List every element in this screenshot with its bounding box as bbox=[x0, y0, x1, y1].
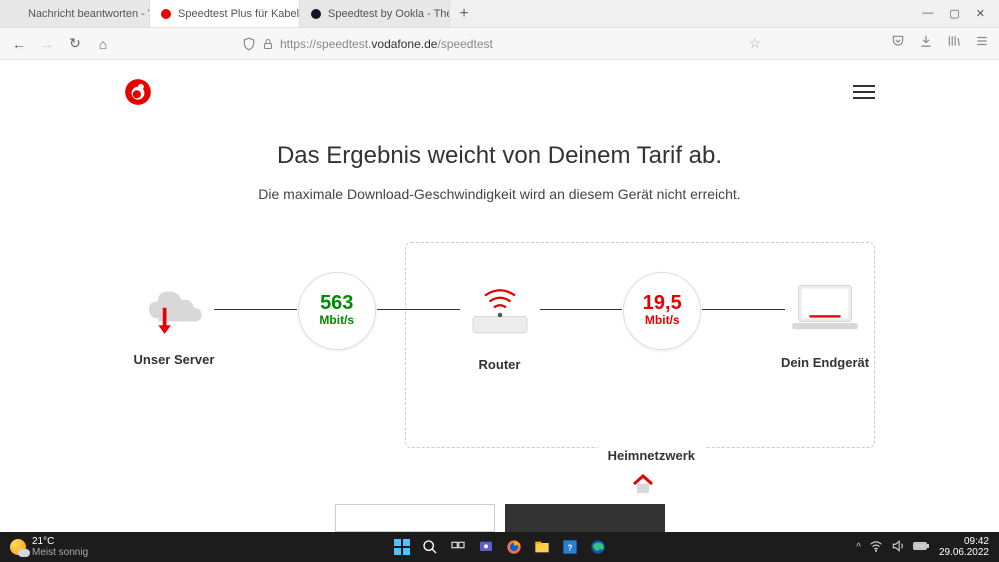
tab-favicon-ookla bbox=[310, 8, 322, 20]
device-label: Dein Endgerät bbox=[781, 355, 869, 370]
vodafone-logo[interactable] bbox=[124, 78, 152, 106]
secondary-button[interactable] bbox=[335, 504, 495, 532]
weather-desc: Meist sonnig bbox=[32, 547, 88, 558]
action-buttons bbox=[335, 504, 665, 532]
lan-speed-badge: 19,5 Mbit/s bbox=[623, 272, 701, 350]
forward-button[interactable]: → bbox=[38, 36, 56, 52]
taskbar-weather-widget[interactable]: 21°C Meist sonnig bbox=[10, 536, 88, 558]
taskbar-right: ^ 09:42 29.06.2022 bbox=[856, 536, 989, 558]
wan-speed-unit: Mbit/s bbox=[319, 313, 354, 329]
connector-line bbox=[214, 309, 297, 310]
maximize-button[interactable]: ▢ bbox=[949, 7, 959, 20]
home-network-label: Heimnetzwerk bbox=[598, 444, 705, 467]
file-explorer-icon[interactable] bbox=[533, 538, 551, 556]
reload-button[interactable]: ↻ bbox=[66, 35, 84, 52]
back-button[interactable]: ← bbox=[10, 36, 28, 52]
weather-temp: 21°C bbox=[32, 536, 88, 547]
connector-line bbox=[377, 309, 460, 310]
tab-label: Nachricht beantworten - Vodafone bbox=[28, 8, 150, 20]
router-label: Router bbox=[479, 357, 521, 372]
device-node: Dein Endgerät bbox=[775, 281, 875, 370]
wan-speed-node: 563 Mbit/s bbox=[287, 272, 387, 378]
url-bar[interactable]: https://speedtest.vodafone.de/speedtest … bbox=[122, 35, 881, 52]
window-controls: — ▢ ✕ bbox=[908, 7, 999, 20]
connector-line bbox=[540, 309, 623, 310]
wan-speed-badge: 563 Mbit/s bbox=[298, 272, 376, 350]
connector-line bbox=[702, 309, 785, 310]
menu-icon[interactable] bbox=[975, 34, 989, 53]
tab-favicon bbox=[10, 8, 22, 20]
firefox-icon[interactable] bbox=[505, 538, 523, 556]
bookmark-star-icon[interactable]: ☆ bbox=[748, 35, 761, 52]
router-icon bbox=[461, 279, 539, 339]
hamburger-menu-button[interactable] bbox=[853, 81, 875, 103]
laptop-icon bbox=[786, 281, 864, 337]
lan-speed-unit: Mbit/s bbox=[645, 313, 680, 329]
browser-tab-0[interactable]: Nachricht beantworten - Vodafone × bbox=[0, 0, 150, 27]
windows-taskbar: 21°C Meist sonnig ? ^ bbox=[0, 532, 999, 562]
lan-speed-value: 19,5 bbox=[643, 293, 682, 313]
primary-button[interactable] bbox=[505, 504, 665, 532]
app-icon-blue[interactable]: ? bbox=[561, 538, 579, 556]
server-node: Unser Server bbox=[124, 284, 224, 367]
search-icon[interactable] bbox=[421, 538, 439, 556]
start-button[interactable] bbox=[393, 538, 411, 556]
router-node: Router bbox=[450, 279, 550, 372]
url-text: https://speedtest.vodafone.de/speedtest bbox=[280, 37, 493, 51]
browser-titlebar: Nachricht beantworten - Vodafone × Speed… bbox=[0, 0, 999, 28]
cloud-icon bbox=[139, 284, 209, 334]
lock-icon[interactable] bbox=[262, 38, 274, 50]
task-view-icon[interactable] bbox=[449, 538, 467, 556]
edge-icon[interactable] bbox=[589, 538, 607, 556]
speed-diagram: Unser Server 563 Mbit/s bbox=[124, 272, 875, 378]
tab-favicon-vodafone bbox=[160, 8, 172, 20]
browser-tab-1[interactable]: Speedtest Plus für Kabel- und D × bbox=[150, 0, 300, 27]
chat-icon[interactable] bbox=[477, 538, 495, 556]
house-icon bbox=[631, 472, 655, 501]
downloads-icon[interactable] bbox=[919, 34, 933, 53]
tray-overflow-icon[interactable]: ^ bbox=[856, 542, 861, 553]
result-heading: Das Ergebnis weicht von Deinem Tarif ab. bbox=[0, 142, 999, 170]
browser-tabs: Nachricht beantworten - Vodafone × Speed… bbox=[0, 0, 908, 27]
close-window-button[interactable]: ✕ bbox=[976, 7, 985, 20]
wan-speed-value: 563 bbox=[320, 293, 353, 313]
minimize-button[interactable]: — bbox=[922, 7, 933, 20]
lan-speed-node: 19,5 Mbit/s bbox=[612, 272, 712, 378]
shield-icon[interactable] bbox=[242, 37, 256, 51]
save-pocket-icon[interactable] bbox=[891, 34, 905, 53]
result-subheading: Die maximale Download-Geschwindigkeit wi… bbox=[0, 186, 999, 202]
site-header bbox=[0, 60, 999, 124]
toolbar-right bbox=[891, 34, 989, 53]
battery-icon[interactable] bbox=[913, 540, 929, 555]
new-tab-button[interactable]: + bbox=[450, 0, 478, 27]
tab-label: Speedtest by Ookla - The Globa bbox=[328, 8, 450, 20]
browser-tab-2[interactable]: Speedtest by Ookla - The Globa × bbox=[300, 0, 450, 27]
wifi-icon[interactable] bbox=[869, 539, 883, 556]
browser-toolbar: ← → ↻ ⌂ https://speedtest.vodafone.de/sp… bbox=[0, 28, 999, 60]
page-content: Das Ergebnis weicht von Deinem Tarif ab.… bbox=[0, 60, 999, 532]
clock-time: 09:42 bbox=[939, 536, 989, 547]
weather-icon bbox=[10, 539, 26, 555]
taskbar-clock[interactable]: 09:42 29.06.2022 bbox=[939, 536, 989, 558]
server-label: Unser Server bbox=[134, 352, 215, 367]
clock-date: 29.06.2022 bbox=[939, 547, 989, 558]
tab-label: Speedtest Plus für Kabel- und D bbox=[178, 8, 300, 20]
svg-text:?: ? bbox=[567, 543, 572, 552]
taskbar-center: ? bbox=[393, 538, 607, 556]
library-icon[interactable] bbox=[947, 34, 961, 53]
home-button[interactable]: ⌂ bbox=[94, 36, 112, 52]
volume-icon[interactable] bbox=[891, 539, 905, 556]
system-tray: ^ bbox=[856, 539, 929, 556]
